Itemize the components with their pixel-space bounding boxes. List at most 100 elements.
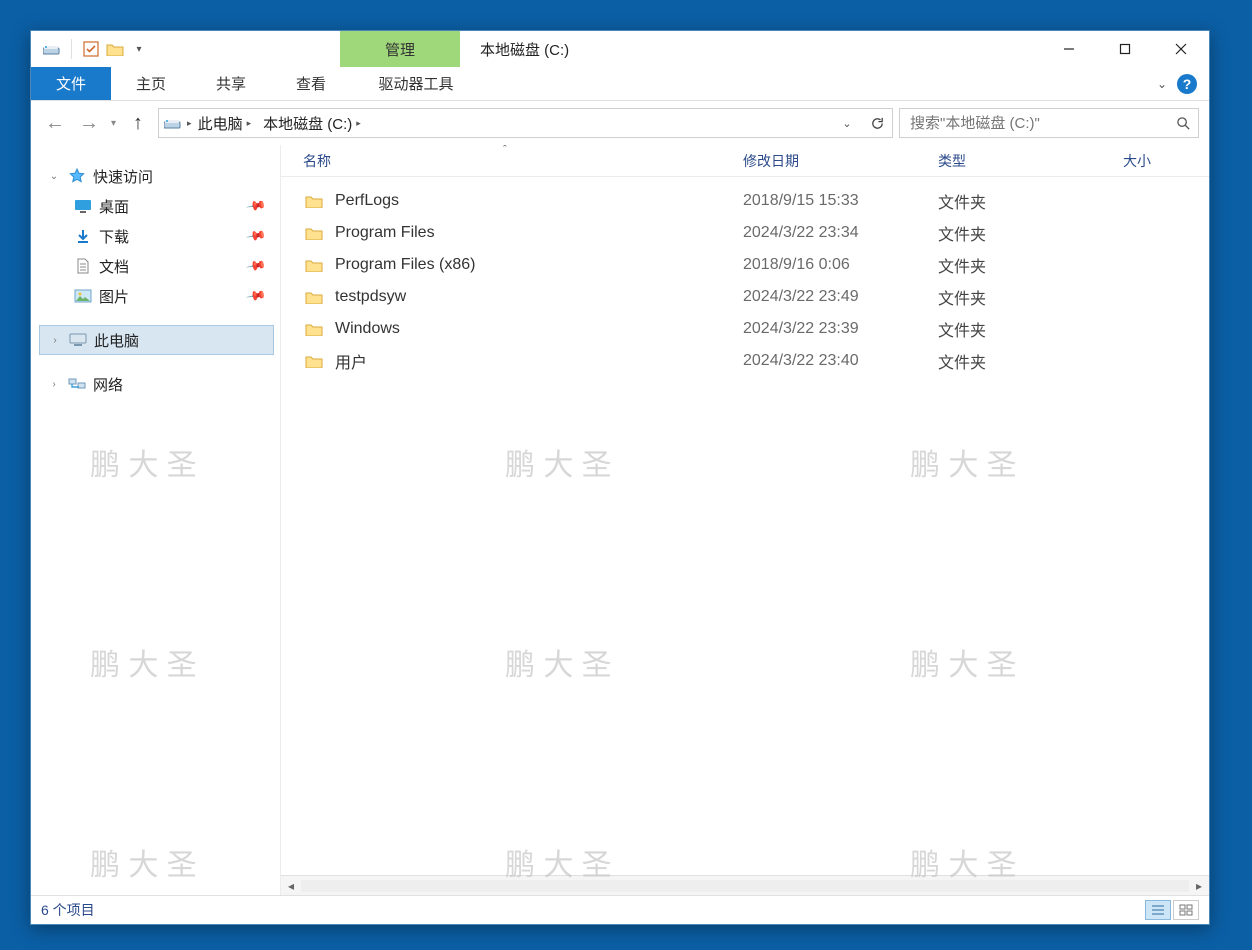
tree-label: 此电脑: [94, 330, 139, 351]
column-type[interactable]: 类型: [938, 151, 1123, 171]
title-bar: ▾ 管理 本地磁盘 (C:): [31, 31, 1209, 67]
navigation-pane: ⌄ 快速访问 桌面 📌 下载 📌 文档 📌 图片: [31, 145, 281, 895]
pin-icon: 📌: [245, 255, 267, 277]
tree-label: 文档: [99, 256, 129, 277]
horizontal-scrollbar[interactable]: ◂ ▸: [281, 875, 1209, 895]
chevron-down-icon[interactable]: ⌄: [47, 171, 61, 182]
pin-icon: 📌: [245, 225, 267, 247]
search-input[interactable]: [900, 115, 1168, 132]
ribbon: 文件 主页 共享 查看 驱动器工具 ⌄ ?: [31, 67, 1209, 101]
desktop-icon: [73, 198, 93, 214]
tree-this-pc[interactable]: › 此电脑: [39, 325, 274, 355]
file-name: Windows: [335, 320, 743, 338]
new-folder-icon[interactable]: [104, 38, 126, 60]
navigation-row: ← → ▾ ↑ ▸ 此电脑▸ 本地磁盘 (C:)▸ ⌄: [31, 101, 1209, 145]
tree-downloads[interactable]: 下载 📌: [39, 221, 274, 251]
file-row[interactable]: PerfLogs2018/9/15 15:33文件夹: [281, 185, 1209, 217]
pictures-icon: [73, 288, 93, 304]
file-date: 2024/3/22 23:39: [743, 320, 938, 338]
tree-label: 图片: [99, 286, 129, 307]
ribbon-tab-share[interactable]: 共享: [191, 67, 271, 100]
app-icon: [41, 38, 63, 60]
forward-button[interactable]: →: [75, 109, 103, 137]
tree-label: 下载: [99, 226, 129, 247]
file-type: 文件夹: [938, 285, 1123, 309]
chevron-right-icon[interactable]: ›: [48, 335, 62, 346]
address-bar[interactable]: ▸ 此电脑▸ 本地磁盘 (C:)▸ ⌄: [158, 108, 893, 138]
star-icon: [67, 168, 87, 184]
computer-icon: [68, 332, 88, 348]
ribbon-tab-view[interactable]: 查看: [271, 67, 351, 100]
column-date[interactable]: 修改日期: [743, 151, 938, 171]
file-list: PerfLogs2018/9/15 15:33文件夹Program Files2…: [281, 177, 1209, 875]
breadcrumb-this-pc[interactable]: 此电脑▸: [192, 109, 258, 137]
manage-contextual-tab[interactable]: 管理: [340, 31, 460, 67]
properties-icon[interactable]: [80, 38, 102, 60]
tree-label: 桌面: [99, 196, 129, 217]
search-box[interactable]: [899, 108, 1199, 138]
chevron-right-icon[interactable]: ›: [47, 379, 61, 390]
folder-icon: [303, 286, 325, 308]
breadcrumb-drive-c[interactable]: 本地磁盘 (C:)▸: [257, 109, 367, 137]
ribbon-tab-home[interactable]: 主页: [111, 67, 191, 100]
scroll-right-icon[interactable]: ▸: [1189, 879, 1209, 893]
tree-label: 网络: [93, 374, 123, 395]
file-name: 用户: [335, 349, 743, 373]
ribbon-tab-drive-tools[interactable]: 驱动器工具: [351, 67, 481, 100]
view-details-button[interactable]: [1145, 900, 1171, 920]
refresh-button[interactable]: [862, 109, 892, 137]
file-type: 文件夹: [938, 349, 1123, 373]
view-thumbnails-button[interactable]: [1173, 900, 1199, 920]
qat-dropdown-icon[interactable]: ▾: [128, 38, 150, 60]
minimize-button[interactable]: [1041, 31, 1097, 67]
scroll-track[interactable]: [301, 880, 1189, 892]
folder-icon: [303, 254, 325, 276]
column-name[interactable]: ˆ 名称: [303, 151, 743, 171]
file-date: 2024/3/22 23:34: [743, 224, 938, 242]
column-headers: ˆ 名称 修改日期 类型 大小: [281, 145, 1209, 177]
quick-access-toolbar: ▾: [31, 31, 150, 67]
file-name: Program Files (x86): [335, 256, 743, 274]
tree-desktop[interactable]: 桌面 📌: [39, 191, 274, 221]
tree-documents[interactable]: 文档 📌: [39, 251, 274, 281]
back-button[interactable]: ←: [41, 109, 69, 137]
file-row[interactable]: Program Files (x86)2018/9/16 0:06文件夹: [281, 249, 1209, 281]
close-button[interactable]: [1153, 31, 1209, 67]
column-size[interactable]: 大小: [1123, 151, 1209, 171]
file-date: 2024/3/22 23:40: [743, 352, 938, 370]
tree-quick-access[interactable]: ⌄ 快速访问: [39, 161, 274, 191]
sort-ascending-icon: ˆ: [503, 145, 507, 156]
help-icon[interactable]: ?: [1177, 74, 1197, 94]
pin-icon: 📌: [245, 195, 267, 217]
tree-label: 快速访问: [93, 166, 153, 187]
file-row[interactable]: 用户2024/3/22 23:40文件夹: [281, 345, 1209, 377]
file-name: PerfLogs: [335, 192, 743, 210]
search-icon[interactable]: [1168, 109, 1198, 137]
file-row[interactable]: Program Files2024/3/22 23:34文件夹: [281, 217, 1209, 249]
status-bar: 6 个项目: [31, 895, 1209, 924]
tree-pictures[interactable]: 图片 📌: [39, 281, 274, 311]
file-name: Program Files: [335, 224, 743, 242]
file-type: 文件夹: [938, 189, 1123, 213]
document-icon: [73, 258, 93, 274]
file-date: 2018/9/16 0:06: [743, 256, 938, 274]
folder-icon: [303, 222, 325, 244]
tree-network[interactable]: › 网络: [39, 369, 274, 399]
address-dropdown-icon[interactable]: ⌄: [832, 109, 862, 137]
file-name: testpdsyw: [335, 288, 743, 306]
file-type: 文件夹: [938, 253, 1123, 277]
file-row[interactable]: Windows2024/3/22 23:39文件夹: [281, 313, 1209, 345]
ribbon-collapse-icon[interactable]: ⌄: [1157, 77, 1167, 91]
pin-icon: 📌: [245, 285, 267, 307]
maximize-button[interactable]: [1097, 31, 1153, 67]
ribbon-tab-file[interactable]: 文件: [31, 67, 111, 100]
folder-icon: [303, 350, 325, 372]
scroll-left-icon[interactable]: ◂: [281, 879, 301, 893]
file-type: 文件夹: [938, 221, 1123, 245]
download-icon: [73, 228, 93, 244]
up-button[interactable]: ↑: [124, 109, 152, 137]
history-dropdown-icon[interactable]: ▾: [111, 118, 116, 129]
file-type: 文件夹: [938, 317, 1123, 341]
window-title: 本地磁盘 (C:): [460, 31, 1041, 67]
file-row[interactable]: testpdsyw2024/3/22 23:49文件夹: [281, 281, 1209, 313]
